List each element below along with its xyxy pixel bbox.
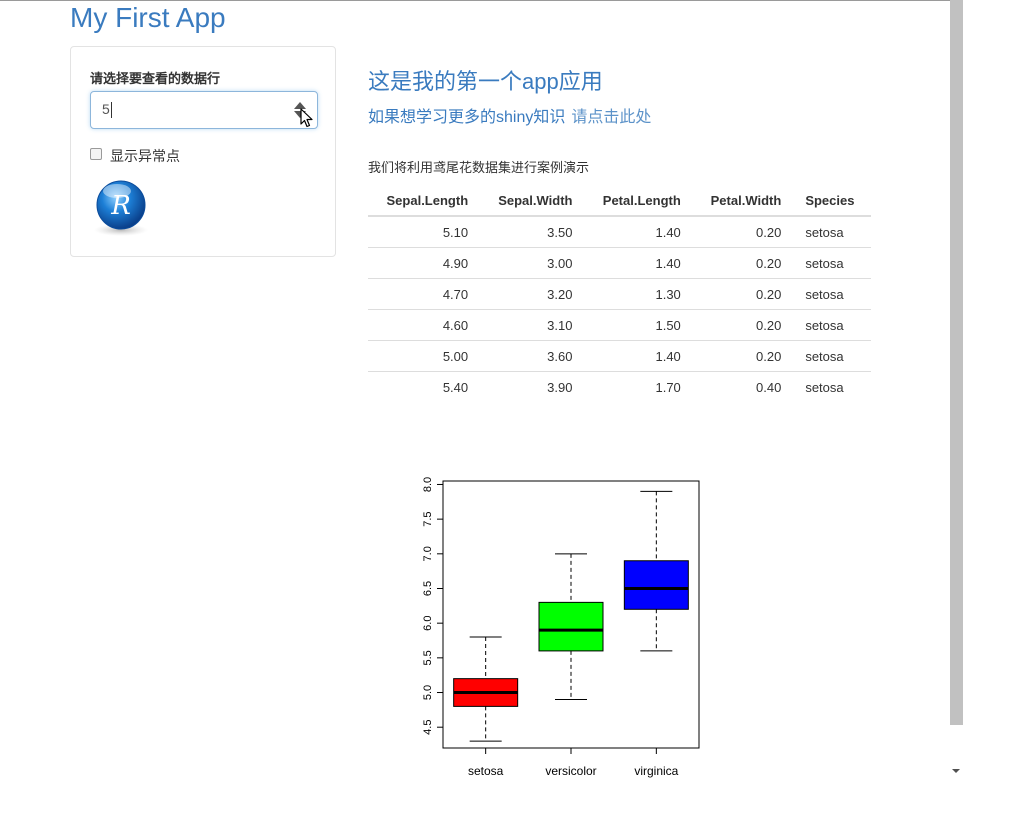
dataset-description: 我们将利用鸢尾花数据集进行案例演示 xyxy=(368,160,590,175)
outlier-checkbox-label: 显示异常点 xyxy=(110,148,180,164)
y-tick-label: 8.0 xyxy=(422,477,434,492)
table-cell: 3.90 xyxy=(480,371,585,402)
r-logo-letter: R xyxy=(110,191,131,221)
table-cell: setosa xyxy=(793,371,871,402)
x-tick-label: versicolor xyxy=(545,764,596,778)
table-cell: 4.90 xyxy=(368,247,481,279)
table-cell: 5.40 xyxy=(368,371,481,402)
table-cell: 1.50 xyxy=(584,309,693,341)
table-cell: 0.20 xyxy=(692,247,794,279)
table-row: 4.70 3.20 1.30 0.20 setosa xyxy=(368,278,871,310)
mouse-cursor-icon xyxy=(300,108,313,128)
species-boxplot: 4.5 5.0 5.5 6.0 6.5 7.0 7.5 8.0 setosa versicolor… xyxy=(422,477,700,778)
row-count-input[interactable]: 5 xyxy=(90,91,318,129)
learn-more-prefix: 如果想学习更多的shiny知识 xyxy=(368,109,566,126)
table-cell: setosa xyxy=(793,278,871,310)
column-header: Sepal.Width xyxy=(480,185,585,217)
table-cell: 5.00 xyxy=(368,340,481,372)
table-cell: setosa xyxy=(793,247,871,279)
table-cell: 0.40 xyxy=(692,371,794,402)
table-cell: 3.00 xyxy=(480,247,585,279)
table-header-row: Sepal.Length Sepal.Width Petal.Length Pe… xyxy=(368,185,871,217)
table-cell: setosa xyxy=(793,309,871,341)
row-count-label: 请选择要查看的数据行 xyxy=(90,71,221,86)
box-virginica xyxy=(623,560,689,610)
outlier-checkbox[interactable] xyxy=(90,148,102,160)
scroll-down-arrow-icon[interactable] xyxy=(952,769,960,773)
column-header: Petal.Width xyxy=(692,185,794,217)
table-row: 4.90 3.00 1.40 0.20 setosa xyxy=(368,247,871,279)
table-row: 5.10 3.50 1.40 0.20 setosa xyxy=(368,216,871,248)
table-cell: 5.10 xyxy=(442,224,469,240)
table-row: 5.40 3.90 1.70 0.40 setosa xyxy=(368,371,871,402)
table-cell: setosa xyxy=(805,224,844,240)
table-cell: 3.60 xyxy=(480,340,585,372)
table-cell: 1.40 xyxy=(584,247,693,279)
table-cell: 1.40 xyxy=(584,340,693,372)
sidebar-panel: 请选择要查看的数据行 5 显示异常点 R xyxy=(70,46,336,257)
table-cell: 3.50 xyxy=(547,224,573,240)
table-cell: 3.10 xyxy=(480,309,585,341)
y-tick-label: 6.5 xyxy=(422,581,434,596)
y-tick-label: 5.0 xyxy=(422,685,434,700)
table-cell: 1.30 xyxy=(584,278,693,310)
table-cell: 0.20 xyxy=(692,340,794,372)
column-header: Petal.Length xyxy=(584,185,693,217)
x-tick-label: setosa xyxy=(468,764,504,778)
table-cell: setosa xyxy=(793,340,871,372)
y-tick-label: 7.0 xyxy=(422,546,434,561)
table-cell: 0.20 xyxy=(756,224,782,240)
y-tick-label: 5.5 xyxy=(422,650,434,665)
app-title: My First App xyxy=(70,2,226,33)
table-cell: 3.20 xyxy=(480,278,585,310)
table-cell: 4.60 xyxy=(368,309,481,341)
column-header: Species xyxy=(793,185,871,217)
table-row: 4.60 3.10 1.50 0.20 setosa xyxy=(368,309,871,341)
vertical-scrollbar[interactable] xyxy=(950,0,963,725)
text-caret xyxy=(111,102,112,118)
y-tick-label: 7.5 xyxy=(422,511,434,526)
y-tick-label: 4.5 xyxy=(422,720,434,735)
learn-more-line: 如果想学习更多的shiny知识 请点击此处 xyxy=(368,103,651,127)
r-logo-icon: R xyxy=(94,180,148,236)
table-cell: 4.70 xyxy=(368,278,481,310)
iris-data-table: Sepal.Length Sepal.Width Petal.Length Pe… xyxy=(368,185,871,402)
row-count-value: 5 xyxy=(102,101,110,117)
learn-more-link[interactable]: 请点击此处 xyxy=(571,109,651,126)
table-cell: 1.40 xyxy=(655,224,681,240)
main-title: 这是我的第一个app应用 xyxy=(368,69,603,94)
table-cell: 0.20 xyxy=(692,309,794,341)
column-header: Sepal.Length xyxy=(368,185,481,217)
x-tick-label: virginica xyxy=(634,764,678,778)
box-versicolor xyxy=(538,601,604,652)
y-tick-label: 6.0 xyxy=(422,616,434,631)
table-row: 5.00 3.60 1.40 0.20 setosa xyxy=(368,340,871,372)
table-cell: 0.20 xyxy=(692,278,794,310)
table-cell: 1.70 xyxy=(584,371,693,402)
